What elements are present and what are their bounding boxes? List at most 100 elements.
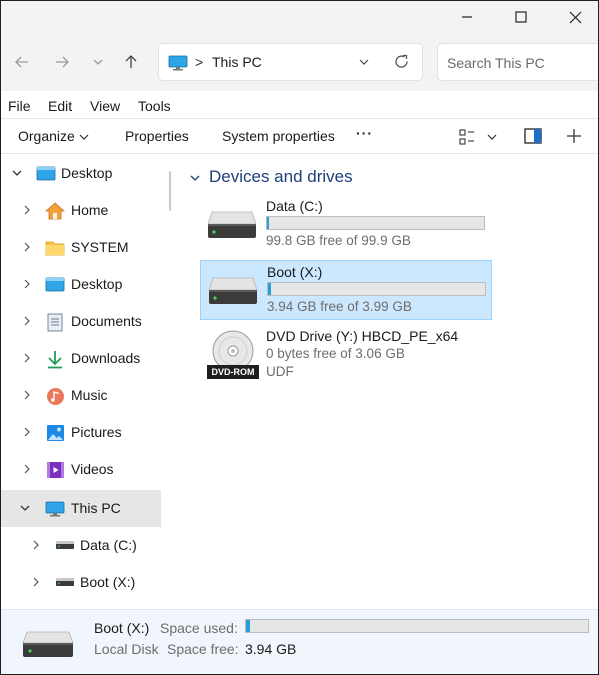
drive-icon xyxy=(56,541,74,549)
folder-icon xyxy=(45,241,65,256)
properties-button[interactable]: Properties xyxy=(125,128,189,144)
forward-button[interactable] xyxy=(49,49,75,75)
menu-edit[interactable]: Edit xyxy=(48,98,72,114)
collapsed-chevron-icon[interactable] xyxy=(21,352,33,364)
recent-locations-chevron-icon xyxy=(93,59,103,65)
collapsed-chevron-icon[interactable] xyxy=(21,426,33,438)
expanded-chevron-icon[interactable] xyxy=(19,502,31,514)
address-path[interactable]: This PC xyxy=(212,54,262,70)
system-properties-button[interactable]: System properties xyxy=(222,128,335,144)
nav-item-label: Data (C:) xyxy=(80,537,137,553)
drive-filesystem: UDF xyxy=(266,364,294,379)
menu-tools[interactable]: Tools xyxy=(138,98,171,114)
up-button[interactable] xyxy=(118,49,144,75)
more-options-button[interactable]: ··· xyxy=(356,125,373,141)
collapsed-chevron-icon[interactable] xyxy=(21,241,33,253)
nav-item-label: Home xyxy=(71,202,109,218)
drive-free-space: 99.8 GB free of 99.9 GB xyxy=(266,233,411,248)
preview-pane-icon[interactable] xyxy=(524,128,542,144)
content-pane: Devices and drives Data (C:) 99.8 GB fre… xyxy=(179,155,598,609)
organize-button[interactable]: Organize xyxy=(13,119,95,153)
refresh-icon[interactable] xyxy=(393,53,410,70)
pictures-icon xyxy=(47,425,64,441)
close-button[interactable] xyxy=(552,1,598,33)
back-button[interactable] xyxy=(9,49,35,75)
drive-icon xyxy=(56,578,74,586)
view-chevron-icon[interactable] xyxy=(487,132,497,142)
space-free-label: Space free: xyxy=(167,641,239,657)
navigation-scrollbar[interactable] xyxy=(169,171,171,211)
menu-bar: File Edit View Tools xyxy=(1,93,598,119)
address-dropdown-icon[interactable] xyxy=(358,56,370,68)
nav-item-label: Music xyxy=(71,387,108,403)
menu-file[interactable]: File xyxy=(8,98,31,114)
drive-usage-fill xyxy=(267,217,270,229)
drive-free-space: 3.94 GB free of 3.99 GB xyxy=(267,299,412,314)
drive-tile-dvd[interactable]: DVD-ROM DVD Drive (Y:) HBCD_PE_x64 0 byt… xyxy=(200,325,500,385)
nav-item-downloads[interactable]: Downloads xyxy=(1,340,161,377)
organize-label: Organize xyxy=(18,128,75,144)
collapsed-chevron-icon[interactable] xyxy=(21,463,33,475)
collapsed-chevron-icon[interactable] xyxy=(21,204,33,216)
nav-item-desktop[interactable]: Desktop xyxy=(1,266,161,303)
group-collapse-chevron-icon[interactable] xyxy=(189,172,201,184)
nav-item-system[interactable]: SYSTEM xyxy=(1,229,161,266)
navigation-pane: Desktop Home SYSTEM Desktop Documents Do… xyxy=(1,155,179,609)
minimize-icon xyxy=(462,16,472,18)
search-input[interactable] xyxy=(447,53,597,73)
dvd-badge: DVD-ROM xyxy=(211,367,255,377)
collapsed-chevron-icon[interactable] xyxy=(21,278,33,290)
minimize-button[interactable] xyxy=(444,1,490,33)
details-pane: Boot (X:) Local Disk Space used: Space f… xyxy=(1,609,598,674)
nav-item-pictures[interactable]: Pictures xyxy=(1,414,161,451)
desktop-icon xyxy=(36,166,56,181)
home-icon xyxy=(45,202,65,220)
this-pc-icon xyxy=(45,501,65,517)
downloads-icon xyxy=(48,351,62,369)
nav-item-desktop-root[interactable]: Desktop xyxy=(1,155,161,192)
drive-usage-bar xyxy=(266,216,485,230)
space-used-fill xyxy=(246,620,251,632)
address-separator[interactable]: > xyxy=(195,54,203,70)
address-bar[interactable]: > This PC xyxy=(158,43,423,81)
drive-name: Boot (X:) xyxy=(267,264,323,280)
nav-item-documents[interactable]: Documents xyxy=(1,303,161,340)
drive-tile-data[interactable]: Data (C:) 99.8 GB free of 99.9 GB xyxy=(200,195,492,255)
maximize-button[interactable] xyxy=(498,1,544,33)
close-icon xyxy=(569,11,581,23)
maximize-icon xyxy=(515,11,527,23)
nav-item-videos[interactable]: Videos xyxy=(1,451,161,488)
drive-icon xyxy=(207,211,257,238)
recent-locations-button[interactable] xyxy=(85,49,111,75)
collapsed-chevron-icon[interactable] xyxy=(30,539,42,551)
command-bar: Organize Properties System properties ··… xyxy=(1,119,598,154)
back-arrow-icon xyxy=(15,56,28,68)
view-options-icon[interactable] xyxy=(459,129,475,145)
drive-free-space: 0 bytes free of 3.06 GB xyxy=(266,346,405,361)
nav-item-label: Desktop xyxy=(61,165,113,181)
drive-tile-boot[interactable]: Boot (X:) 3.94 GB free of 3.99 GB xyxy=(200,260,492,320)
nav-item-label: Desktop xyxy=(71,276,123,292)
search-box[interactable] xyxy=(437,43,598,81)
nav-item-music[interactable]: Music xyxy=(1,377,161,414)
nav-item-label: Videos xyxy=(71,461,114,477)
nav-item-home[interactable]: Home xyxy=(1,192,161,229)
organize-chevron-icon xyxy=(79,134,89,140)
videos-icon xyxy=(47,462,64,478)
nav-item-label: Boot (X:) xyxy=(80,574,136,590)
nav-item-data-drive[interactable]: Data (C:) xyxy=(1,527,161,564)
space-used-label: Space used: xyxy=(160,620,238,636)
collapsed-chevron-icon[interactable] xyxy=(30,576,42,588)
address-row: > This PC xyxy=(1,35,598,91)
nav-item-this-pc[interactable]: This PC xyxy=(1,490,161,527)
details-drive-name: Boot (X:) xyxy=(94,620,150,636)
expanded-chevron-icon[interactable] xyxy=(11,167,23,179)
drive-icon xyxy=(208,277,258,304)
nav-item-boot-drive[interactable]: Boot (X:) xyxy=(1,564,161,601)
menu-view[interactable]: View xyxy=(90,98,120,114)
add-icon[interactable] xyxy=(566,128,582,144)
forward-arrow-icon xyxy=(56,56,69,68)
collapsed-chevron-icon[interactable] xyxy=(21,389,33,401)
collapsed-chevron-icon[interactable] xyxy=(21,315,33,327)
nav-item-label: Downloads xyxy=(71,350,141,366)
